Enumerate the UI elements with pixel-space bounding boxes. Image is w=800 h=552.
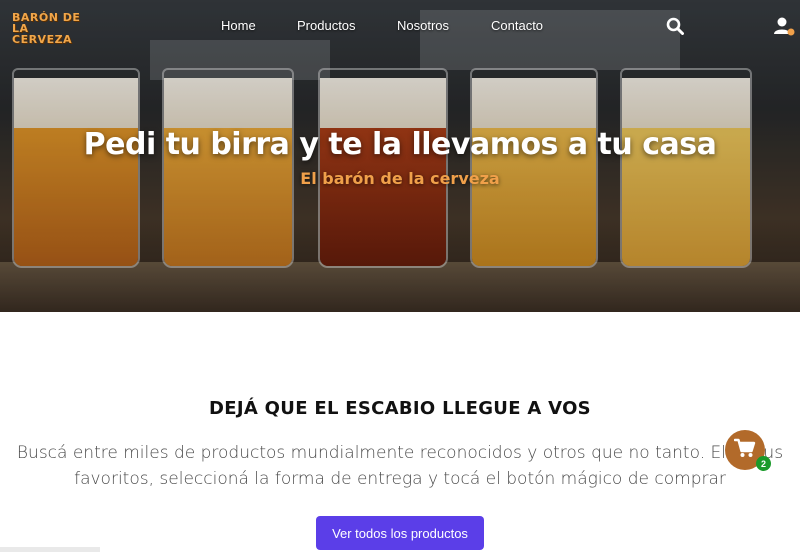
logo-line: CERVEZA (12, 33, 73, 46)
cart-icon (733, 438, 756, 462)
navbar: BARÓN DE LA CERVEZA Home Productos Nosot… (0, 0, 800, 52)
description-line: favoritos, seleccioná la forma de entreg… (74, 469, 726, 489)
description-line: Buscá entre miles de productos mundialme… (16, 443, 784, 463)
search-icon[interactable] (666, 17, 684, 35)
hero-subtitle: El barón de la cerveza (300, 169, 500, 188)
section-title: DEJÁ QUE EL ESCABIO LLEGUE A VOS (209, 398, 591, 419)
logo-line: BARÓN DE LA (12, 11, 81, 35)
page-bottom-strip (0, 547, 100, 552)
section-description: Buscá entre miles de productos mundialme… (10, 440, 790, 492)
nav-contacto[interactable]: Contacto (491, 18, 543, 33)
nav-productos[interactable]: Productos (297, 18, 356, 33)
user-icon[interactable] (773, 16, 795, 38)
nav-home[interactable]: Home (221, 18, 256, 33)
hero-title: Pedi tu birra y te la llevamos a tu casa (83, 127, 717, 162)
nav-nosotros[interactable]: Nosotros (397, 18, 449, 33)
view-all-products-button[interactable]: Ver todos los productos (316, 516, 484, 550)
brand-logo[interactable]: BARÓN DE LA CERVEZA (12, 12, 98, 45)
cart-count-badge: 2 (756, 456, 771, 471)
